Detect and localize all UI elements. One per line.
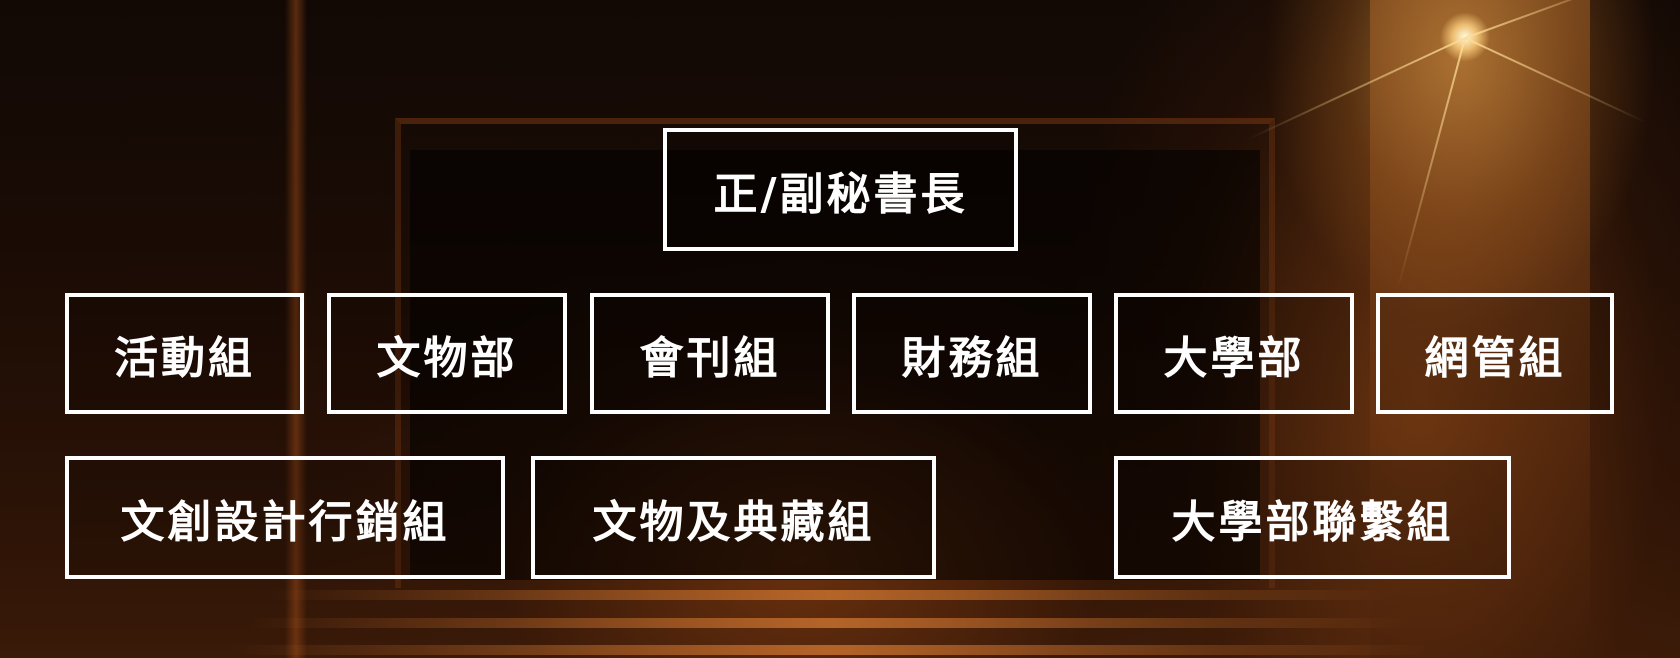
node-label: 文物部 (376, 332, 518, 384)
node-creative-design-marketing-group: 文創設計行銷組 (65, 456, 505, 579)
node-university-liaison-group: 大學部聯繫組 (1114, 456, 1511, 579)
node-label: 大學部 (1163, 332, 1305, 384)
node-relics-collection-group: 文物及典藏組 (531, 456, 936, 579)
node-activities-group: 活動組 (65, 293, 304, 414)
background-step (250, 618, 1410, 628)
node-label: 文創設計行銷組 (120, 496, 450, 548)
background-step (230, 645, 1430, 655)
node-label: 網管組 (1424, 332, 1566, 384)
node-finance-group: 財務組 (852, 293, 1092, 414)
node-journal-group: 會刊組 (590, 293, 830, 414)
background-step (270, 590, 1390, 600)
node-web-management-group: 網管組 (1376, 293, 1614, 414)
org-chart-stage: 正/副秘書長 活動組 文物部 會刊組 財務組 大學部 網管組 文創設計行銷組 文… (0, 0, 1680, 658)
node-university-department: 大學部 (1114, 293, 1354, 414)
node-relics-department: 文物部 (327, 293, 567, 414)
node-label: 會刊組 (639, 332, 781, 384)
node-label: 大學部聯繫組 (1171, 496, 1454, 548)
node-label: 正/副秘書長 (713, 168, 968, 220)
node-secretary-general: 正/副秘書長 (663, 128, 1018, 251)
node-label: 活動組 (114, 332, 255, 384)
node-label: 文物及典藏組 (592, 496, 875, 548)
node-label: 財務組 (901, 332, 1043, 384)
